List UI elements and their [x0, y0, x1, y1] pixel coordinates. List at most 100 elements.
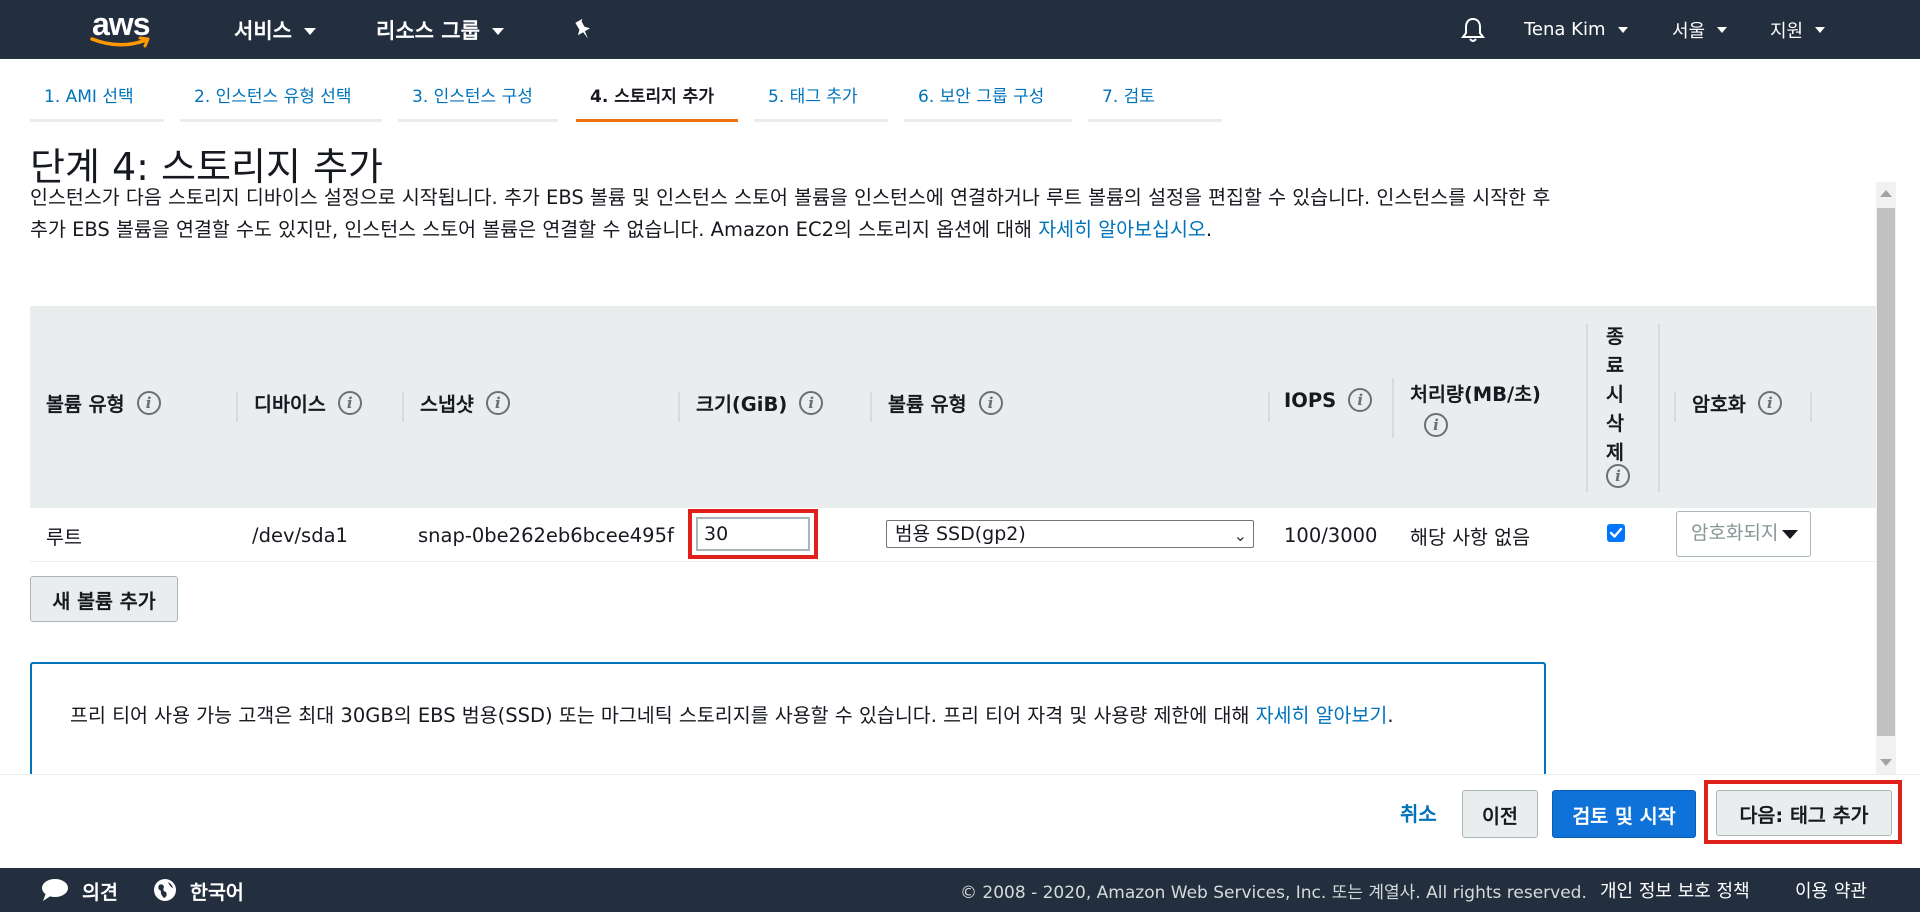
resource-groups-menu[interactable]: 리소스 그룹	[376, 0, 504, 59]
wizard-step-label: 1. AMI 선택	[44, 87, 134, 107]
cell-throughput: 해당 사항 없음	[1410, 525, 1531, 549]
language-selector[interactable]: 한국어	[152, 868, 244, 912]
wizard-step-configure[interactable]: 3. 인스턴스 구성	[398, 82, 558, 122]
learn-more-link[interactable]: 자세히 알아보십시오	[1038, 218, 1206, 241]
header-volume-kind: 볼륨 유형 i	[888, 388, 1003, 417]
wizard-step-instance-type[interactable]: 2. 인스턴스 유형 선택	[180, 82, 382, 122]
page-description: 인스턴스가 다음 스토리지 디바이스 설정으로 시작됩니다. 추가 EBS 볼륨…	[30, 182, 1560, 246]
wizard-step-label: 5. 태그 추가	[768, 87, 858, 107]
terms-of-use-link[interactable]: 이용 약관	[1795, 868, 1867, 912]
info-icon[interactable]: i	[485, 390, 510, 415]
header-delete-on-termination: 종 료 시 삭 제	[1600, 322, 1630, 467]
wizard-step-label: 6. 보안 그룹 구성	[918, 87, 1045, 107]
alert-text: 프리 티어 사용 가능 고객은 최대 30GB의 EBS 범용(SSD) 또는 …	[70, 704, 1256, 727]
header-label: IOPS	[1284, 388, 1337, 412]
header-label: 처리량(MB/초)	[1410, 383, 1541, 406]
scrollbar-thumb[interactable]	[1877, 208, 1895, 736]
region-menu[interactable]: 서울	[1672, 0, 1728, 59]
column-divider	[1268, 392, 1270, 422]
content-scrollbar[interactable]	[1876, 182, 1896, 774]
wizard-step-label: 4. 스토리지 추가	[590, 87, 714, 107]
header-label: 볼륨 유형	[46, 393, 125, 416]
cell-device: /dev/sda1	[252, 523, 348, 547]
delete-on-termination-checkbox[interactable]	[1607, 524, 1625, 542]
info-icon[interactable]: i	[136, 390, 161, 415]
chevron-down-icon	[1617, 26, 1628, 33]
checkmark-icon	[1609, 527, 1623, 538]
cell-volume-type: 루트	[46, 525, 82, 549]
review-and-launch-button[interactable]: 검토 및 시작	[1552, 790, 1696, 838]
wizard-step-review[interactable]: 7. 검토	[1088, 82, 1222, 122]
description-period: .	[1205, 218, 1213, 241]
chevron-down-icon	[303, 28, 316, 35]
scroll-down-arrow-icon[interactable]	[1880, 759, 1892, 766]
wizard-step-label: 2. 인스턴스 유형 선택	[194, 87, 352, 107]
aws-logo[interactable]: aws	[90, 6, 162, 52]
region-label: 서울	[1672, 20, 1706, 42]
caret-down-icon	[1782, 530, 1798, 539]
add-volume-button[interactable]: 새 볼륨 추가	[30, 576, 178, 622]
scroll-up-arrow-icon[interactable]	[1880, 190, 1892, 197]
info-icon[interactable]: i	[1424, 413, 1448, 437]
info-icon[interactable]: i	[337, 390, 362, 415]
info-icon[interactable]: i	[799, 390, 824, 415]
cell-snapshot: snap-0be262eb6bcee495f	[418, 523, 674, 547]
size-input-highlight	[688, 509, 818, 559]
cancel-button[interactable]: 취소	[1400, 798, 1437, 827]
volume-type-select[interactable]: 범용 SSD(gp2) ⌄	[886, 520, 1254, 548]
support-label: 지원	[1770, 20, 1804, 42]
aws-smile-icon	[90, 36, 150, 48]
wizard-step-tags[interactable]: 5. 태그 추가	[754, 82, 888, 122]
wizard-step-storage[interactable]: 4. 스토리지 추가	[576, 82, 738, 122]
encryption-selected: 암호화되지	[1691, 522, 1779, 544]
speech-bubble-icon	[42, 879, 68, 901]
chevron-down-icon	[1717, 26, 1728, 33]
header-label-char: 료	[1606, 354, 1624, 377]
encryption-select[interactable]: 암호화되지	[1676, 511, 1811, 557]
header-label-char: 종	[1606, 325, 1624, 348]
header-device: 디바이스 i	[254, 388, 362, 417]
header-label: 암호화	[1692, 393, 1746, 416]
header-label: 볼륨 유형	[888, 393, 967, 416]
info-icon[interactable]: i	[1348, 388, 1373, 412]
feedback-button[interactable]: 의견	[40, 868, 118, 912]
language-label: 한국어	[190, 880, 244, 904]
alert-text-block: 프리 티어 사용 가능 고객은 최대 30GB의 EBS 범용(SSD) 또는 …	[70, 700, 1510, 732]
alert-learn-more-link[interactable]: 자세히 알아보기	[1256, 704, 1388, 727]
next-add-tags-button[interactable]: 다음: 태그 추가	[1716, 790, 1892, 836]
chevron-down-icon	[491, 28, 504, 35]
column-divider	[1658, 324, 1660, 492]
pin-button[interactable]	[572, 0, 594, 59]
chevron-down-icon: ⌄	[1233, 526, 1247, 545]
previous-button[interactable]: 이전	[1462, 790, 1538, 838]
services-label: 서비스	[234, 18, 292, 43]
pin-icon	[575, 18, 591, 39]
column-divider	[1810, 392, 1812, 422]
description-text: 인스턴스가 다음 스토리지 디바이스 설정으로 시작됩니다. 추가 EBS 볼륨…	[30, 186, 1551, 241]
user-menu[interactable]: Tena Kim	[1524, 0, 1628, 59]
info-icon[interactable]: i	[1606, 464, 1630, 488]
header-volume-type: 볼륨 유형 i	[46, 388, 161, 417]
column-divider	[1674, 392, 1676, 422]
wizard-step-security-group[interactable]: 6. 보안 그룹 구성	[904, 82, 1072, 122]
services-menu[interactable]: 서비스	[234, 0, 316, 59]
column-divider	[402, 392, 404, 422]
wizard-step-ami[interactable]: 1. AMI 선택	[30, 82, 164, 122]
support-menu[interactable]: 지원	[1770, 0, 1826, 59]
user-name: Tena Kim	[1524, 19, 1606, 40]
copyright-text: © 2008 - 2020, Amazon Web Services, Inc.…	[960, 882, 1587, 903]
column-divider	[1586, 324, 1588, 492]
feedback-label: 의견	[82, 880, 118, 904]
alert-period: .	[1387, 704, 1394, 727]
info-icon[interactable]: i	[978, 390, 1003, 415]
size-input[interactable]	[696, 517, 810, 551]
header-label-char: 제	[1606, 441, 1624, 464]
notifications-button[interactable]	[1460, 0, 1486, 59]
resource-groups-label: 리소스 그룹	[376, 18, 480, 43]
column-divider	[236, 392, 238, 422]
header-throughput: 처리량(MB/초) i	[1410, 378, 1541, 437]
privacy-policy-link[interactable]: 개인 정보 보호 정책	[1600, 868, 1750, 912]
free-tier-alert: 프리 티어 사용 가능 고객은 최대 30GB의 EBS 범용(SSD) 또는 …	[30, 662, 1546, 774]
header-snapshot: 스냅샷 i	[420, 388, 510, 417]
info-icon[interactable]: i	[1757, 390, 1782, 415]
